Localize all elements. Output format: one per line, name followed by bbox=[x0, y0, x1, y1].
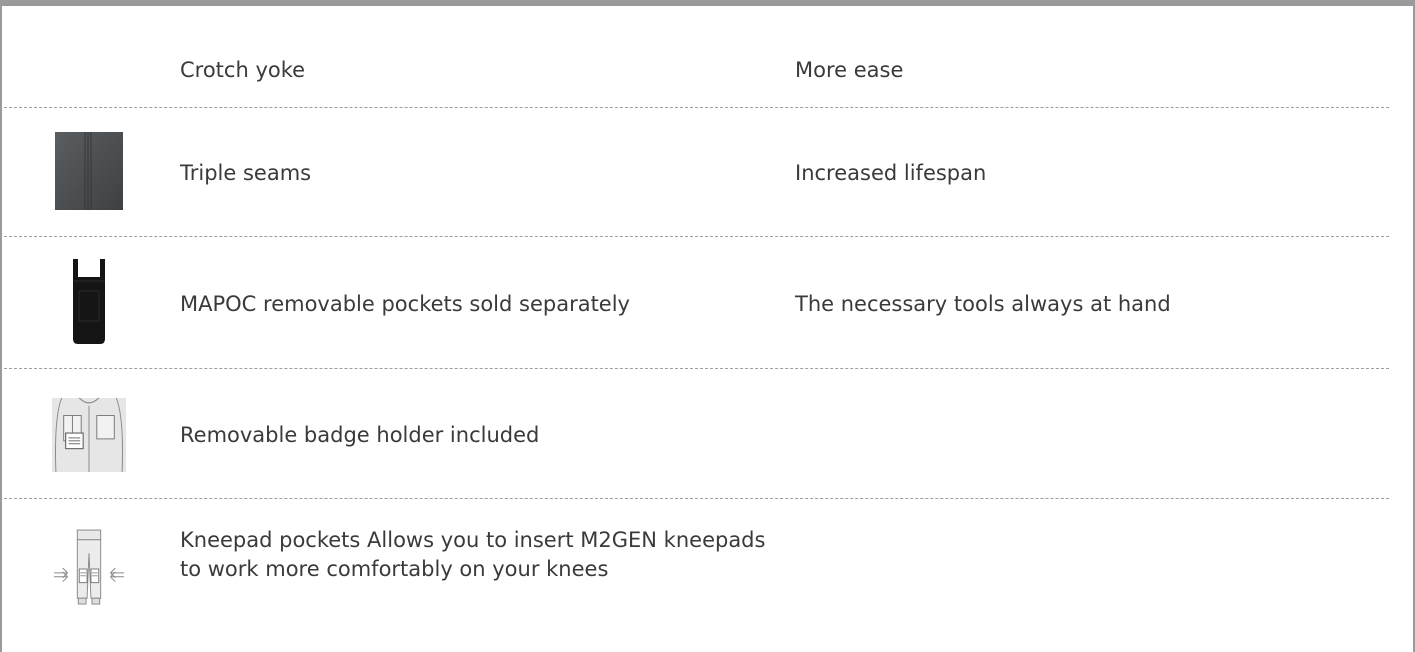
kneepad-pockets-icon bbox=[52, 529, 126, 609]
table-row: Removable badge holder included bbox=[4, 369, 1411, 499]
features-table: Crotch yoke More ease Triple seams Incre… bbox=[0, 0, 1415, 652]
removable-pocket-icon bbox=[52, 259, 126, 345]
benefit-label: More ease bbox=[795, 58, 904, 82]
feature-label: Crotch yoke bbox=[180, 58, 306, 82]
feature-label: MAPOC removable pockets sold separately bbox=[180, 292, 630, 316]
benefit-label: Increased lifespan bbox=[795, 161, 987, 185]
table-row: Triple seams Increased lifespan bbox=[4, 108, 1411, 237]
table-row: MAPOC removable pockets sold separately … bbox=[4, 237, 1411, 369]
feature-label: Kneepad pockets Allows you to insert M2G… bbox=[180, 528, 766, 581]
benefit-label: The necessary tools always at hand bbox=[795, 292, 1171, 316]
feature-label: Triple seams bbox=[180, 161, 312, 185]
table-row: Crotch yoke More ease bbox=[4, 34, 1411, 108]
table-row: Kneepad pockets Allows you to insert M2G… bbox=[4, 499, 1411, 639]
feature-label: Removable badge holder included bbox=[180, 423, 540, 447]
badge-holder-icon bbox=[52, 397, 126, 473]
fabric-swatch-icon bbox=[52, 132, 126, 210]
